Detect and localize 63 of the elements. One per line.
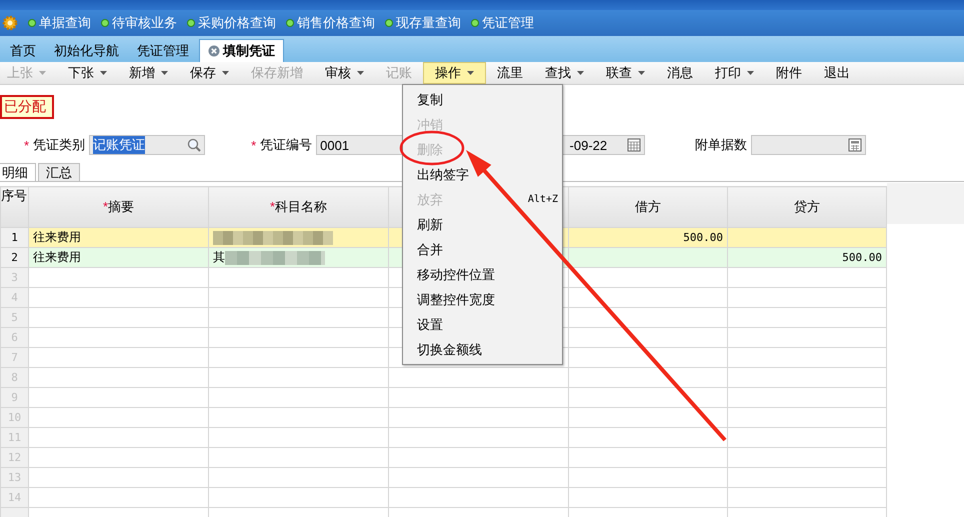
required-mark: * [24, 138, 30, 152]
toolbar-button[interactable]: 查找 [534, 62, 595, 84]
quick-link[interactable]: 凭证管理 [471, 14, 534, 32]
gear-icon [2, 15, 18, 31]
toolbar-button[interactable]: 操作 [423, 62, 486, 84]
row-number: 1 [0, 228, 28, 248]
menu-item[interactable]: 移动控件位置 [403, 262, 562, 287]
toolbar-button[interactable]: 联查 [595, 62, 656, 84]
field-label: 凭证类别 [33, 136, 86, 154]
status-badge: 已分配 [0, 95, 54, 119]
toolbar-button[interactable]: 下张 [57, 62, 118, 84]
table-cell: 往来费用 [28, 228, 208, 248]
caret-icon [100, 71, 107, 75]
quick-link[interactable]: 待审核业务 [101, 14, 177, 32]
caret-icon [577, 71, 584, 75]
table-cell: 500.00 [728, 248, 886, 268]
field-label: 凭证编号 [260, 136, 312, 154]
tab[interactable]: 首页 [2, 40, 44, 62]
caret-icon [747, 71, 754, 75]
tab[interactable]: 凭证管理 [129, 40, 197, 62]
toolbar-button[interactable]: 新增 [118, 62, 179, 84]
caret-icon [357, 71, 364, 75]
calendar-icon [627, 138, 642, 152]
caret-icon [638, 71, 645, 75]
caret-icon [39, 71, 46, 75]
quick-link[interactable]: 单据查询 [28, 14, 91, 32]
table-cell: 其 [208, 248, 388, 268]
quick-link[interactable]: 采购价格查询 [187, 14, 276, 32]
toolbar-button[interactable]: 退出 [813, 62, 861, 84]
caret-icon [222, 71, 229, 75]
tab[interactable]: 汇总 [38, 163, 80, 181]
toolbar-button[interactable]: 附件 [765, 62, 813, 84]
toolbar-button[interactable]: 保存 [179, 62, 240, 84]
column-header: 序号 [0, 186, 28, 228]
table-cell: 500.00 [568, 228, 728, 248]
input-field[interactable]: 记账凭证 [89, 135, 206, 155]
toolbar-button[interactable]: 流里 [486, 62, 534, 84]
calculator-icon [848, 138, 862, 152]
caret-icon [161, 71, 168, 75]
column-header: *摘要 [28, 186, 208, 228]
column-header: 借方 [568, 186, 728, 228]
caret-icon [467, 71, 474, 75]
toolbar-button[interactable]: 打印 [704, 62, 765, 84]
toolbar-button[interactable]: 消息 [656, 62, 704, 84]
tab[interactable]: 初始化导航 [46, 40, 127, 62]
toolbar-button[interactable]: 审核 [314, 62, 375, 84]
search-icon [187, 138, 202, 152]
table-cell: 往来费用 [28, 248, 208, 268]
shortcut-label: Alt+Z [528, 194, 558, 205]
input-field[interactable] [751, 135, 866, 155]
menu-item[interactable]: 调整控件宽度 [403, 287, 562, 312]
quick-link[interactable]: 销售价格查询 [286, 14, 375, 32]
tab[interactable]: 明细 [0, 163, 36, 181]
column-header: 贷方 [728, 186, 886, 228]
row-number: 2 [0, 248, 28, 268]
quick-link[interactable]: 现存量查询 [385, 14, 461, 32]
menu-item[interactable]: 复制 [403, 87, 562, 112]
column-header: *科目名称 [208, 186, 388, 228]
field-label: 附单据数 [695, 136, 748, 154]
required-mark: * [251, 138, 256, 152]
close-icon [208, 45, 220, 57]
menu-item[interactable]: 出纳签字 [403, 162, 562, 187]
tab[interactable]: 填制凭证 [199, 39, 284, 62]
